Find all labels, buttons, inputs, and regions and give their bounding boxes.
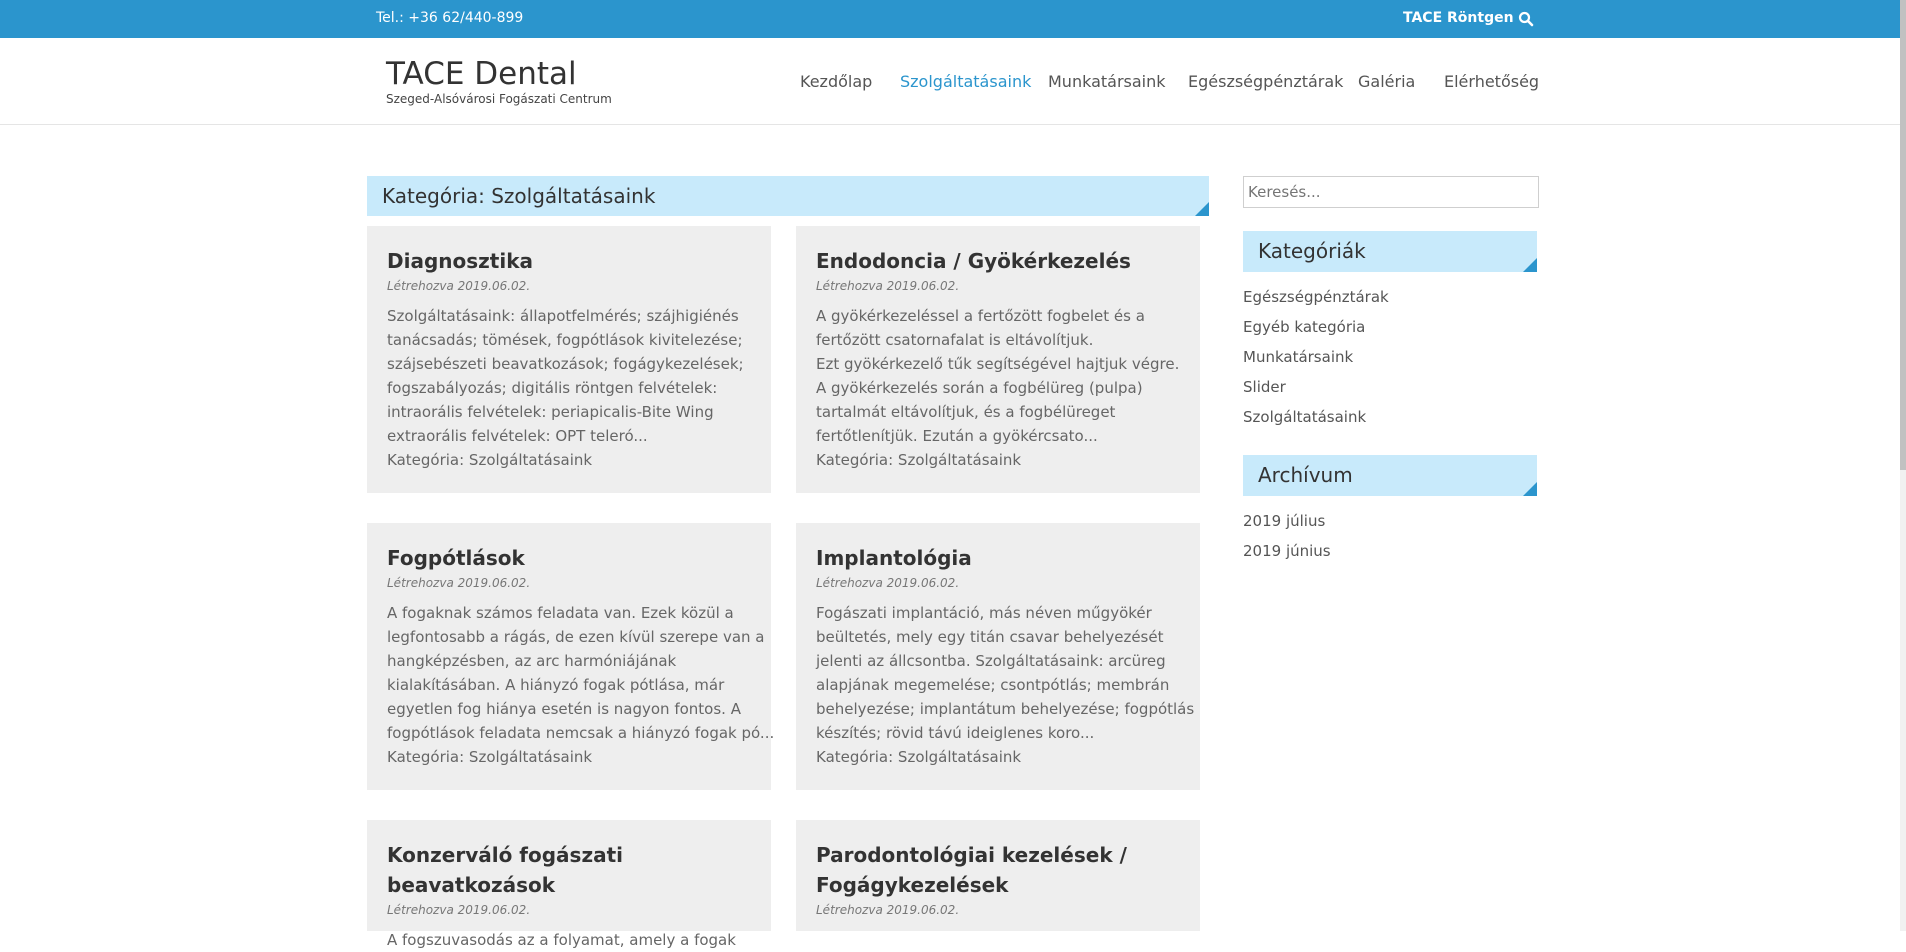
category-link[interactable]: Egyéb kategória [1243, 312, 1389, 342]
nav-item-galeria[interactable]: Galéria [1358, 72, 1415, 91]
excerpt-line: legfontosabb a rágás, de ezen kívül szer… [387, 628, 765, 646]
post-title[interactable]: Parodontológiai kezelések / [816, 840, 1180, 870]
search-icon[interactable] [1518, 11, 1534, 27]
archive-widget-title: Archívum [1243, 455, 1537, 496]
tace-rontgen-link[interactable]: TACE Röntgen [1403, 10, 1514, 26]
excerpt-line: kialakításában. A hiányzó fogak pótlása,… [387, 676, 725, 694]
excerpt-line: Fogászati implantáció, más néven műgyöké… [816, 604, 1152, 622]
excerpt-line: tartalmát eltávolítjuk, és a fogbélürege… [816, 403, 1116, 421]
excerpt-line: Szolgáltatásaink: állapotfelmérés; szájh… [387, 307, 739, 325]
excerpt-line: fertőtlenítjük. Ezután a gyökércsato... [816, 427, 1098, 445]
category-link[interactable]: Slider [1243, 372, 1389, 402]
top-bar: Tel.: +36 62/440-899 TACE Röntgen [0, 0, 1906, 38]
post-title[interactable]: Fogpótlások [387, 543, 751, 573]
post-excerpt: A fogszuvasodás az a folyamat, amely a f… [387, 928, 751, 952]
excerpt-line: jelenti az állcsontba. Szolgáltatásaink:… [816, 652, 1166, 670]
post-excerpt: Szolgáltatásaink: állapotfelmérés; szájh… [387, 304, 751, 448]
excerpt-line: A fogaknak számos feladata van. Ezek köz… [387, 604, 734, 622]
post-excerpt: A gyökérkezeléssel a fertőzött fogbelet … [816, 304, 1180, 448]
excerpt-line: hangképzésben, az arc harmóniájának [387, 652, 677, 670]
excerpt-line: extraorális felvételek: OPT teleró... [387, 427, 648, 445]
category-link[interactable]: Munkatársaink [1243, 342, 1389, 372]
post-title[interactable]: Konzerváló fogászati beavatkozások [387, 840, 751, 900]
post-date: Létrehozva 2019.06.02. [387, 576, 531, 590]
post-card: Endodoncia / Gyökérkezelés Létrehozva 20… [796, 226, 1200, 493]
nav-item-egeszsegpenztarak[interactable]: Egészségpénztárak [1188, 72, 1343, 91]
site-header: TACE Dental Szeged-Alsóvárosi Fogászati … [0, 38, 1900, 125]
post-card: Konzerváló fogászati beavatkozások Létre… [367, 820, 771, 949]
nav-item-elerhetoseg[interactable]: Elérhetőség [1444, 72, 1539, 91]
post-date: Létrehozva 2019.06.02. [816, 903, 960, 917]
main-nav: Kezdőlap Szolgáltatásaink Munkatársaink … [0, 72, 1900, 96]
page-scrollbar[interactable] [1900, 0, 1906, 931]
corner-decoration [1523, 482, 1537, 496]
phone-number: Tel.: +36 62/440-899 [376, 10, 524, 26]
post-excerpt: A fogaknak számos feladata van. Ezek köz… [387, 601, 775, 745]
post-card: Fogpótlások Létrehozva 2019.06.02. A fog… [367, 523, 775, 790]
category-link[interactable]: Szolgáltatásaink [1243, 402, 1389, 432]
nav-item-szolgaltatasaink[interactable]: Szolgáltatásaink [900, 72, 1031, 91]
post-date: Létrehozva 2019.06.02. [387, 903, 531, 917]
archive-title-text: Archívum [1258, 463, 1353, 487]
categories-widget-title: Kategóriák [1243, 231, 1537, 272]
excerpt-line: behelyezése; implantátum behelyezése; fo… [816, 700, 1195, 718]
scrollbar-thumb[interactable] [1900, 0, 1906, 470]
excerpt-line: intraorális felvételek: periapicalis-Bit… [387, 403, 714, 421]
post-category-link[interactable]: Kategória: Szolgáltatásaink [816, 748, 1021, 766]
archive-link[interactable]: 2019 június [1243, 536, 1331, 566]
post-date: Létrehozva 2019.06.02. [816, 279, 960, 293]
post-category-link[interactable]: Kategória: Szolgáltatásaink [387, 748, 592, 766]
excerpt-line: A fogszuvasodás az a folyamat, amely a f… [387, 931, 736, 949]
excerpt-line: beültetés, mely egy titán csavar behelye… [816, 628, 1164, 646]
category-heading: Kategória: Szolgáltatásaink [367, 176, 1209, 216]
excerpt-line: szájsebészeti beavatkozások; fogágykezel… [387, 355, 744, 373]
categories-title-text: Kategóriák [1258, 239, 1366, 263]
excerpt-line: A gyökérkezelés során a fogbélüreg (pulp… [816, 379, 1143, 397]
post-card: Parodontológiai kezelések / Fogágykezelé… [796, 820, 1200, 931]
excerpt-line: alapjának megemelése; csontpótlás; membr… [816, 676, 1170, 694]
archive-link[interactable]: 2019 július [1243, 506, 1331, 536]
post-card: Diagnosztika Létrehozva 2019.06.02. Szol… [367, 226, 771, 493]
post-category: Kategória: Szolgáltatásaink [816, 745, 1180, 769]
post-card: Implantológia Létrehozva 2019.06.02. Fog… [796, 523, 1200, 790]
category-link[interactable]: Egészségpénztárak [1243, 282, 1389, 312]
nav-item-munkatarsaink[interactable]: Munkatársaink [1048, 72, 1166, 91]
excerpt-line: Ezt gyökérkezelő tűk segítségével hajtju… [816, 355, 1180, 373]
post-category: Kategória: Szolgáltatásaink [387, 745, 751, 769]
post-category-link[interactable]: Kategória: Szolgáltatásaink [387, 451, 592, 469]
post-title[interactable]: Endodoncia / Gyökérkezelés [816, 246, 1180, 276]
excerpt-line: tanácsadás; tömések, fogpótlások kivitel… [387, 331, 743, 349]
post-title-line[interactable]: Fogágykezelések [816, 870, 1180, 900]
post-category: Kategória: Szolgáltatásaink [816, 448, 1180, 472]
post-title[interactable]: Diagnosztika [387, 246, 751, 276]
nav-item-kezdolap[interactable]: Kezdőlap [800, 72, 872, 91]
post-category: Kategória: Szolgáltatásaink [387, 448, 751, 472]
corner-decoration [1195, 202, 1209, 216]
excerpt-line: fogszabályozás; digitális röntgen felvét… [387, 379, 718, 397]
excerpt-line: egyetlen fog hiánya esetén is nagyon fon… [387, 700, 741, 718]
sidebar-search-input[interactable] [1243, 176, 1539, 208]
category-heading-text: Kategória: Szolgáltatásaink [382, 184, 656, 208]
excerpt-line: készítés; rövid távú ideiglenes koro... [816, 724, 1095, 742]
archive-list: 2019 július 2019 június [1243, 506, 1331, 566]
excerpt-line: fertőzött csatornafalat is eltávolítjuk. [816, 331, 1094, 349]
categories-list: Egészségpénztárak Egyéb kategória Munkat… [1243, 282, 1389, 432]
excerpt-line: A gyökérkezeléssel a fertőzött fogbelet … [816, 307, 1145, 325]
post-excerpt: Fogászati implantáció, más néven műgyöké… [816, 601, 1195, 745]
corner-decoration [1523, 258, 1537, 272]
post-title[interactable]: Implantológia [816, 543, 1180, 573]
post-category-link[interactable]: Kategória: Szolgáltatásaink [816, 451, 1021, 469]
post-date: Létrehozva 2019.06.02. [387, 279, 531, 293]
excerpt-line: fogpótlások feladata nemcsak a hiányzó f… [387, 724, 775, 742]
post-date: Létrehozva 2019.06.02. [816, 576, 960, 590]
